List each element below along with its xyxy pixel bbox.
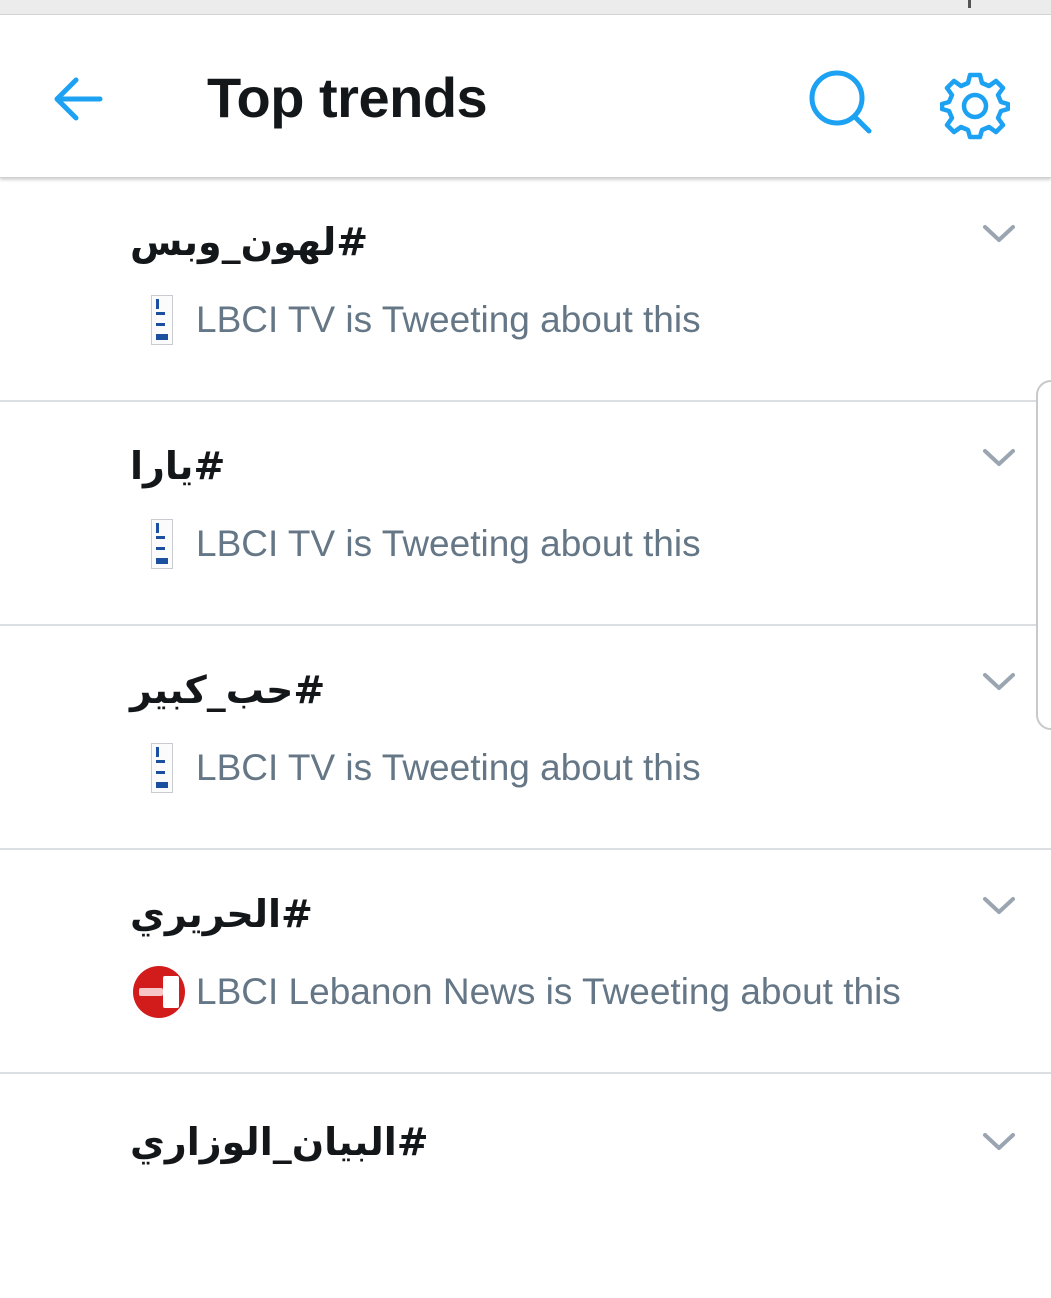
- trend-context-text: LBCI TV is Tweeting about this: [196, 747, 701, 788]
- chevron-down-icon: [983, 1133, 1015, 1150]
- lbci-tv-logo: [132, 293, 186, 347]
- trend-options-button[interactable]: [981, 894, 1017, 918]
- trend-item[interactable]: #لهون_وبس LBCI TV is Tweeting about this: [0, 178, 1051, 402]
- status-bar-strip: [0, 0, 1051, 15]
- lbci-tv-logo: [132, 741, 186, 795]
- page-title: Top trends: [207, 66, 488, 129]
- trend-hashtag: #البيان_الوزاري: [130, 1120, 429, 1164]
- app-bar: Top trends: [0, 15, 1051, 178]
- trend-hashtag: #لهون_وبس: [130, 220, 369, 264]
- trend-context: LBCI Lebanon News is Tweeting about this: [132, 965, 901, 1019]
- search-button[interactable]: [800, 63, 880, 143]
- trend-context: LBCI TV is Tweeting about this: [132, 517, 701, 571]
- back-button[interactable]: [46, 71, 110, 127]
- chevron-down-icon: [983, 897, 1015, 914]
- trend-options-button[interactable]: [981, 446, 1017, 470]
- gear-icon: [939, 72, 1011, 140]
- trend-options-button[interactable]: [981, 670, 1017, 694]
- trends-list: #لهون_وبس LBCI TV is Tweeting about this…: [0, 178, 1051, 1298]
- trend-context-text: LBCI TV is Tweeting about this: [196, 523, 701, 564]
- trend-item[interactable]: #حب_كبير LBCI TV is Tweeting about this: [0, 626, 1051, 850]
- trend-options-button[interactable]: [981, 222, 1017, 246]
- trend-hashtag: #الحريري: [130, 892, 313, 936]
- trend-item[interactable]: #البيان_الوزاري: [0, 1074, 1051, 1298]
- arrow-left-icon: [54, 77, 103, 121]
- trend-item[interactable]: #الحريري LBCI Lebanon News is Tweeting a…: [0, 850, 1051, 1074]
- trend-options-button[interactable]: [981, 1130, 1017, 1154]
- chevron-down-icon: [983, 673, 1015, 690]
- settings-button[interactable]: [939, 71, 1020, 151]
- trend-hashtag: #يارا: [130, 444, 226, 488]
- chevron-down-icon: [983, 225, 1015, 242]
- trend-context: LBCI TV is Tweeting about this: [132, 741, 701, 795]
- trend-context: LBCI TV is Tweeting about this: [132, 293, 701, 347]
- lbci-tv-logo: [132, 517, 186, 571]
- chevron-down-icon: [983, 449, 1015, 466]
- trend-context-text: LBCI TV is Tweeting about this: [196, 299, 701, 340]
- trend-hashtag: #حب_كبير: [130, 668, 326, 712]
- trend-item[interactable]: #يارا LBCI TV is Tweeting about this: [0, 402, 1051, 626]
- trend-context-text: LBCI Lebanon News is Tweeting about this: [196, 971, 901, 1012]
- search-icon: [809, 70, 872, 134]
- status-indicator: [968, 0, 971, 8]
- lbci-news-logo: [132, 965, 186, 1019]
- scrollbar-handle[interactable]: [1036, 380, 1051, 730]
